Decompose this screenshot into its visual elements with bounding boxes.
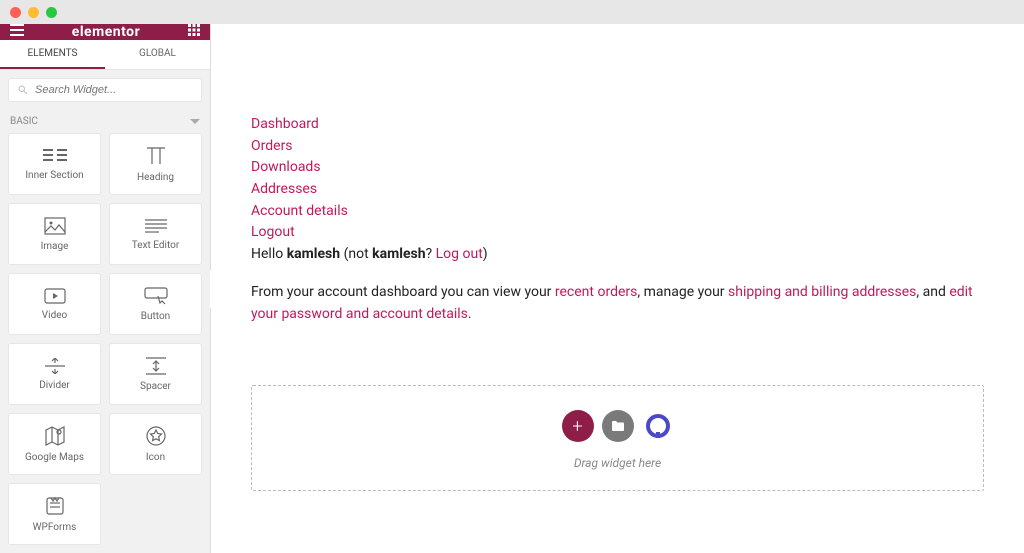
hello-username: kamlesh (287, 246, 340, 262)
nav-logout[interactable]: Logout (251, 222, 984, 244)
widget-icon[interactable]: Icon (109, 413, 202, 475)
widget-label: Button (141, 311, 170, 322)
widget-grid: Inner Section Heading Image Text Editor … (0, 133, 210, 553)
account-nav: Dashboard Orders Downloads Addresses Acc… (251, 114, 984, 244)
add-section-button[interactable]: + (562, 410, 594, 442)
shipping-billing-link[interactable]: shipping and billing addresses (728, 284, 916, 300)
nav-dashboard[interactable]: Dashboard (251, 114, 984, 136)
widget-wpforms[interactable]: WPForms (8, 483, 101, 545)
dash-text-2: , manage your (637, 284, 728, 300)
logout-inline-link[interactable]: Log out (436, 246, 483, 262)
elementor-sidebar: elementor ELEMENTS GLOBAL BASIC Inner Se… (0, 24, 211, 553)
chevron-down-icon (190, 119, 200, 125)
woocommerce-account-block: Dashboard Orders Downloads Addresses Acc… (251, 114, 984, 325)
not-username: kamlesh (372, 246, 425, 262)
widget-google-maps[interactable]: Google Maps (8, 413, 101, 475)
close-window-dot[interactable] (10, 7, 21, 18)
apps-grid-icon[interactable] (188, 24, 200, 40)
recent-orders-link[interactable]: recent orders (555, 284, 637, 300)
widget-label: Heading (137, 172, 174, 183)
add-template-button[interactable] (602, 410, 634, 442)
widget-label: Spacer (140, 381, 171, 392)
dash-text-3: , and (916, 284, 949, 300)
widget-label: WPForms (33, 522, 77, 533)
widget-heading[interactable]: Heading (109, 133, 202, 195)
nav-account-details[interactable]: Account details (251, 201, 984, 223)
menu-icon[interactable] (10, 24, 24, 40)
window-traffic-lights (0, 0, 1024, 24)
add-section-dropzone[interactable]: + Drag widget here (251, 385, 984, 491)
widget-label: Google Maps (25, 452, 84, 463)
widget-label: Text Editor (132, 240, 179, 251)
hello-prefix: Hello (251, 246, 287, 262)
widget-image[interactable]: Image (8, 203, 101, 265)
widget-label: Icon (146, 452, 165, 463)
dropzone-hint: Drag widget here (574, 456, 661, 470)
widget-spacer[interactable]: Spacer (109, 343, 202, 405)
tab-global[interactable]: GLOBAL (105, 40, 210, 69)
widget-video[interactable]: Video (8, 273, 101, 335)
widget-button[interactable]: Button (109, 273, 202, 335)
dash-text-4: . (468, 306, 472, 322)
nav-addresses[interactable]: Addresses (251, 179, 984, 201)
brand-label: elementor (24, 24, 188, 40)
widget-inner-section[interactable]: Inner Section (8, 133, 101, 195)
dropzone-buttons: + (562, 410, 674, 442)
hello-close: ) (483, 246, 488, 262)
not-prefix: (not (340, 246, 372, 262)
editor-canvas[interactable]: Dashboard Orders Downloads Addresses Acc… (211, 24, 1024, 553)
minimize-window-dot[interactable] (28, 7, 39, 18)
category-label: BASIC (10, 116, 38, 127)
widget-text-editor[interactable]: Text Editor (109, 203, 202, 265)
search-icon (17, 84, 29, 96)
fullscreen-window-dot[interactable] (46, 7, 57, 18)
app-root: elementor ELEMENTS GLOBAL BASIC Inner Se… (0, 24, 1024, 553)
sidebar-header: elementor (0, 24, 210, 40)
dashboard-description: From your account dashboard you can view… (251, 282, 984, 325)
widget-label: Image (41, 241, 69, 252)
sidebar-tabs: ELEMENTS GLOBAL (0, 40, 210, 70)
widget-label: Divider (39, 380, 70, 391)
not-suffix: ? (426, 246, 436, 262)
search-input[interactable] (35, 84, 193, 96)
widget-divider[interactable]: Divider (8, 343, 101, 405)
widget-label: Inner Section (25, 170, 83, 181)
category-basic[interactable]: BASIC (0, 110, 210, 133)
widget-label: Video (42, 310, 67, 321)
nav-downloads[interactable]: Downloads (251, 157, 984, 179)
p-logo-icon (644, 412, 672, 440)
search-wrap (0, 70, 210, 110)
dash-text-1: From your account dashboard you can view… (251, 284, 555, 300)
search-input-container[interactable] (8, 78, 202, 102)
nav-orders[interactable]: Orders (251, 136, 984, 158)
folder-icon (611, 420, 625, 432)
hello-line: Hello kamlesh (not kamlesh? Log out) (251, 244, 984, 266)
tab-elements[interactable]: ELEMENTS (0, 40, 105, 69)
add-pro-button[interactable] (642, 410, 674, 442)
